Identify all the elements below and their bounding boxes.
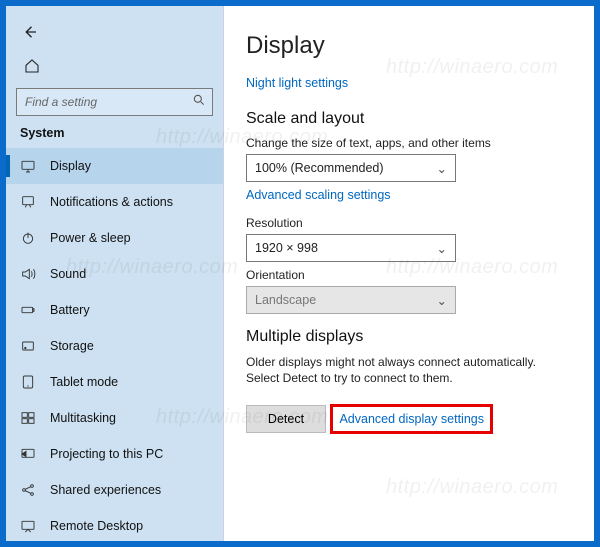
scale-label: Change the size of text, apps, and other… (246, 136, 572, 150)
multiple-displays-heading: Multiple displays (246, 328, 572, 346)
resolution-select[interactable]: 1920 × 998 ⌄ (246, 234, 456, 262)
sidebar-item-shared[interactable]: Shared experiences (6, 472, 223, 508)
sound-icon (20, 266, 36, 282)
sidebar-item-notifications[interactable]: Notifications & actions (6, 184, 223, 220)
notifications-icon (20, 194, 36, 210)
battery-icon (20, 302, 36, 318)
sidebar-item-battery[interactable]: Battery (6, 292, 223, 328)
scale-heading: Scale and layout (246, 110, 572, 128)
orientation-select: Landscape ⌄ (246, 286, 456, 314)
sidebar-item-tablet[interactable]: Tablet mode (6, 364, 223, 400)
sidebar-item-power[interactable]: Power & sleep (6, 220, 223, 256)
advanced-scaling-link[interactable]: Advanced scaling settings (246, 188, 391, 202)
sidebar-item-label: Tablet mode (50, 375, 118, 389)
sidebar-item-label: Multitasking (50, 411, 116, 425)
sidebar-item-multitasking[interactable]: Multitasking (6, 400, 223, 436)
resolution-value: 1920 × 998 (255, 241, 318, 255)
sidebar-item-sound[interactable]: Sound (6, 256, 223, 292)
chevron-down-icon: ⌄ (437, 293, 447, 308)
orientation-value: Landscape (255, 293, 316, 307)
sidebar: System Display Notifications & actions P… (6, 6, 224, 541)
main-content: Display Night light settings Scale and l… (224, 6, 594, 541)
display-icon (20, 158, 36, 174)
sidebar-item-label: Storage (50, 339, 94, 353)
projecting-icon (20, 446, 36, 462)
highlight-box: Advanced display settings (330, 404, 493, 434)
back-button[interactable] (16, 18, 44, 46)
multiple-displays-desc: Older displays might not always connect … (246, 354, 566, 386)
home-button[interactable] (18, 52, 46, 80)
scale-value: 100% (Recommended) (255, 161, 384, 175)
sidebar-item-label: Display (50, 159, 91, 173)
tablet-icon (20, 374, 36, 390)
page-title: Display (246, 32, 572, 60)
resolution-label: Resolution (246, 216, 572, 230)
shared-icon (20, 482, 36, 498)
sidebar-nav: Display Notifications & actions Power & … (6, 148, 223, 541)
titlebar (6, 14, 223, 50)
sidebar-item-display[interactable]: Display (6, 148, 223, 184)
orientation-label: Orientation (246, 268, 572, 282)
advanced-display-link[interactable]: Advanced display settings (339, 412, 484, 426)
sidebar-item-label: Shared experiences (50, 483, 161, 497)
multitasking-icon (20, 410, 36, 426)
search-input[interactable] (23, 94, 192, 110)
search-box[interactable] (16, 88, 213, 116)
settings-window: http://winaero.com http://winaero.com ht… (6, 6, 594, 541)
sidebar-item-label: Sound (50, 267, 86, 281)
sidebar-item-label: Power & sleep (50, 231, 131, 245)
scale-select[interactable]: 100% (Recommended) ⌄ (246, 154, 456, 182)
sidebar-item-label: Remote Desktop (50, 519, 143, 533)
remote-icon (20, 518, 36, 534)
power-icon (20, 230, 36, 246)
sidebar-item-projecting[interactable]: Projecting to this PC (6, 436, 223, 472)
storage-icon (20, 338, 36, 354)
night-light-link[interactable]: Night light settings (246, 76, 348, 90)
sidebar-item-label: Projecting to this PC (50, 447, 163, 461)
sidebar-item-label: Battery (50, 303, 90, 317)
detect-button[interactable]: Detect (246, 405, 326, 433)
chevron-down-icon: ⌄ (437, 241, 447, 256)
sidebar-section-title: System (6, 124, 223, 148)
sidebar-item-storage[interactable]: Storage (6, 328, 223, 364)
search-icon (192, 93, 206, 112)
chevron-down-icon: ⌄ (437, 161, 447, 176)
sidebar-item-remote[interactable]: Remote Desktop (6, 508, 223, 541)
sidebar-item-label: Notifications & actions (50, 195, 173, 209)
